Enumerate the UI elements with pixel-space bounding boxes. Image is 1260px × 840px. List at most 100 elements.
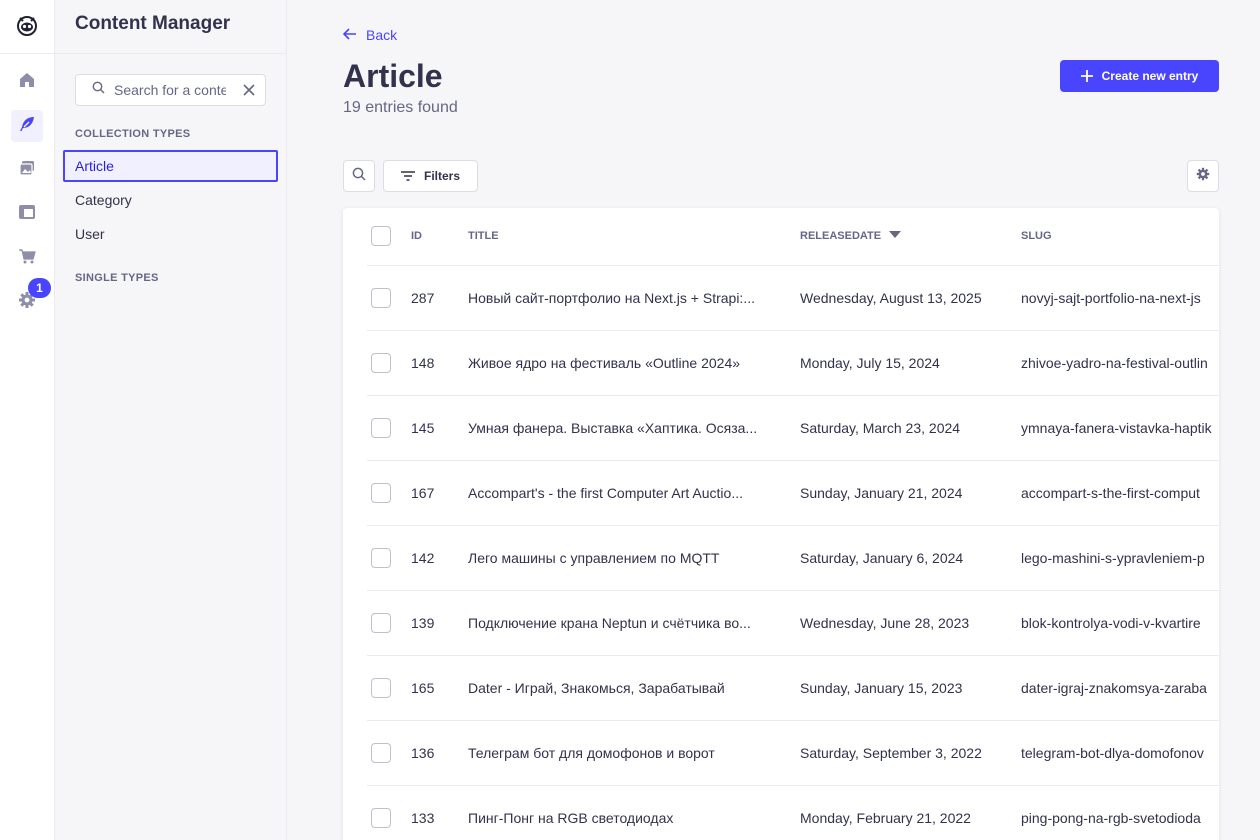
table-row[interactable]: 148 Живое ядро на фестиваль «Outline 2024… <box>367 330 1219 396</box>
row-slug: novyj-sajt-portfolio-na-next-js <box>1021 265 1219 331</box>
row-id: 142 <box>411 525 468 591</box>
arrow-left-icon <box>342 27 357 43</box>
row-id: 145 <box>411 395 468 461</box>
row-select-cell <box>367 395 411 461</box>
row-select-cell <box>367 525 411 591</box>
row-releasedate: Sunday, January 15, 2023 <box>800 655 1021 721</box>
table-row[interactable]: 142 Лего машины с управлением по MQTT Satu… <box>367 525 1219 591</box>
row-id: 167 <box>411 460 468 526</box>
row-releasedate: Saturday, March 23, 2024 <box>800 395 1021 461</box>
sidebar-item-user[interactable]: User <box>63 218 278 250</box>
row-checkbox[interactable] <box>371 482 391 503</box>
content-type-search-input[interactable] <box>114 82 226 98</box>
row-id: 165 <box>411 655 468 721</box>
notification-badge: 1 <box>28 278 51 298</box>
row-title: Лего машины с управлением по MQTT <box>468 525 800 591</box>
row-releasedate: Monday, February 21, 2022 <box>800 785 1021 840</box>
row-title: Телеграм бот для домофонов и ворот <box>468 720 800 786</box>
rail-divider <box>0 53 55 54</box>
filter-icon <box>400 171 415 181</box>
row-checkbox[interactable] <box>371 612 391 633</box>
select-all-cell <box>367 208 411 266</box>
row-id: 148 <box>411 330 468 396</box>
strapi-logo-icon[interactable] <box>16 14 38 36</box>
search-icon <box>92 81 105 99</box>
row-title: Пинг-Понг на RGB светодиодах <box>468 785 800 840</box>
table-row[interactable]: 167 Accompart's - the first Computer Art … <box>367 460 1219 526</box>
content-manager-nav-item[interactable] <box>11 110 43 142</box>
filters-label: Filters <box>423 169 460 183</box>
create-new-entry-button[interactable]: Create new entry <box>1060 60 1219 92</box>
row-slug: accompart-s-the-first-comput <box>1021 460 1219 526</box>
sort-descending-icon[interactable] <box>889 230 902 242</box>
table-row[interactable]: 139 Подключение крана Neptun и счётчика в… <box>367 590 1219 656</box>
subnav-divider <box>55 53 286 54</box>
row-checkbox[interactable] <box>371 807 391 828</box>
clear-search-icon[interactable] <box>243 84 255 96</box>
subnav-search-box <box>75 74 266 106</box>
row-releasedate: Sunday, January 21, 2024 <box>800 460 1021 526</box>
entries-table-container: ID TITLE RELEASEDATE SLUG 287 Новый сайт-… <box>343 208 1219 840</box>
row-checkbox[interactable] <box>371 547 391 568</box>
filters-button[interactable]: Filters <box>383 160 478 192</box>
row-checkbox[interactable] <box>371 417 391 438</box>
table-body: 287 Новый сайт-портфолио на Next.js + Str… <box>367 265 1219 840</box>
row-checkbox[interactable] <box>371 287 391 308</box>
table-row[interactable]: 165 Dater - Играй, Знакомься, Зарабатывай… <box>367 655 1219 721</box>
home-nav-item[interactable] <box>11 66 43 98</box>
plus-icon <box>1080 70 1093 82</box>
table-row[interactable]: 136 Телеграм бот для домофонов и ворот Sat… <box>367 720 1219 786</box>
table-header-row: ID TITLE RELEASEDATE SLUG <box>367 208 1219 266</box>
row-select-cell <box>367 720 411 786</box>
page-title: Article <box>343 58 443 94</box>
search-icon <box>352 167 366 186</box>
content-manager-subnav: Content Manager COLLECTION TYPES Article… <box>55 0 287 840</box>
content-type-builder-nav-item[interactable] <box>11 198 43 230</box>
row-slug: dater-igraj-znakomsya-zaraba <box>1021 655 1219 721</box>
sidebar-item-article[interactable]: Article <box>63 150 278 182</box>
column-header-slug[interactable]: SLUG <box>1021 208 1219 266</box>
row-slug: lego-mashini-s-ypravleniem-p <box>1021 525 1219 591</box>
row-title: Dater - Играй, Знакомься, Зарабатывай <box>468 655 800 721</box>
row-checkbox[interactable] <box>371 352 391 373</box>
feather-icon <box>18 115 36 138</box>
row-checkbox[interactable] <box>371 677 391 698</box>
layout-icon <box>18 203 36 226</box>
column-header-id[interactable]: ID <box>411 208 468 266</box>
media-library-nav-item[interactable] <box>11 154 43 186</box>
row-slug: blok-kontrolya-vodi-v-kvartire <box>1021 590 1219 656</box>
row-id: 133 <box>411 785 468 840</box>
search-button[interactable] <box>343 160 375 192</box>
row-releasedate: Wednesday, August 13, 2025 <box>800 265 1021 331</box>
shopping-cart-icon <box>18 247 36 270</box>
row-checkbox[interactable] <box>371 742 391 763</box>
table-row[interactable]: 287 Новый сайт-портфолио на Next.js + Str… <box>367 265 1219 331</box>
row-title: Подключение крана Neptun и счётчика во..… <box>468 590 800 656</box>
images-icon <box>18 159 36 182</box>
row-slug: ping-pong-na-rgb-svetodioda <box>1021 785 1219 840</box>
releasedate-header-label: RELEASEDATE <box>800 230 882 243</box>
subnav-title: Content Manager <box>75 13 231 34</box>
collection-types-heading: COLLECTION TYPES <box>75 128 191 140</box>
entries-count: 19 entries found <box>343 99 458 116</box>
row-select-cell <box>367 330 411 396</box>
row-releasedate: Saturday, September 3, 2022 <box>800 720 1021 786</box>
row-slug: zhivoe-yadro-na-festival-outlin <box>1021 330 1219 396</box>
row-slug: ymnaya-fanera-vistavka-haptik <box>1021 395 1219 461</box>
single-types-heading: SINGLE TYPES <box>75 272 159 284</box>
row-id: 287 <box>411 265 468 331</box>
row-select-cell <box>367 265 411 331</box>
row-select-cell <box>367 590 411 656</box>
column-header-releasedate[interactable]: RELEASEDATE <box>800 208 1021 266</box>
select-all-checkbox[interactable] <box>371 226 391 247</box>
row-select-cell <box>367 785 411 840</box>
back-link[interactable]: Back <box>342 27 397 43</box>
table-row[interactable]: 145 Умная фанера. Выставка «Хаптика. Осяз… <box>367 395 1219 461</box>
row-title: Новый сайт-портфолио на Next.js + Strapi… <box>468 265 800 331</box>
column-header-title[interactable]: TITLE <box>468 208 800 266</box>
sidebar-item-category[interactable]: Category <box>63 184 278 216</box>
view-settings-button[interactable] <box>1187 160 1219 192</box>
marketplace-nav-item[interactable] <box>11 242 43 274</box>
table-row[interactable]: 133 Пинг-Понг на RGB светодиодах Monday, F… <box>367 785 1219 840</box>
entries-table: ID TITLE RELEASEDATE SLUG 287 Новый сайт-… <box>367 208 1219 840</box>
